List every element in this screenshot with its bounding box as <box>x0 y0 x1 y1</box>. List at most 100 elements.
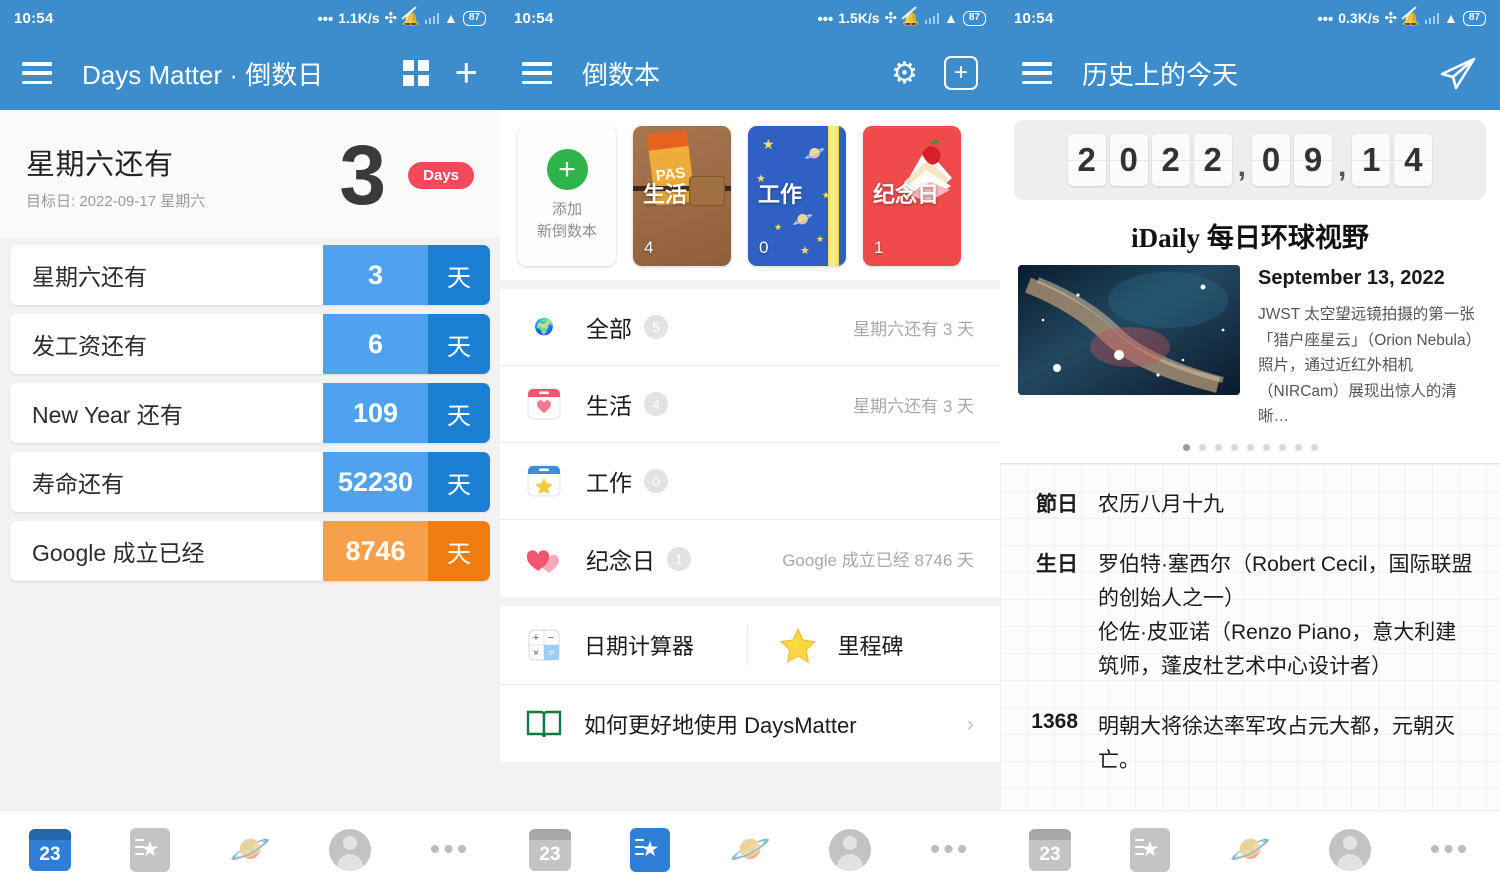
screen-countdown-books: 10:54 ••• 1.5K/s ✣ 🔔 ▲ 87 倒数本 ⚙ + + 添加 新… <box>500 0 1000 888</box>
hamburger-menu-icon[interactable] <box>22 62 52 84</box>
carousel-dots[interactable] <box>1000 443 1500 451</box>
category-row-anniversary[interactable]: 纪念日 1 Google 成立已经 8746 天 <box>500 520 1000 597</box>
profile-avatar-icon <box>829 828 871 871</box>
status-bar: 10:54 ••• 0.3K/s ✣ 🔔 ▲ 87 <box>1000 0 1500 36</box>
calculator-icon: + − × = <box>524 625 564 665</box>
countdown-row[interactable]: 发工资还有 6 天 <box>10 314 490 375</box>
nav-item-more[interactable]: ••• <box>1400 834 1500 864</box>
countdown-row[interactable]: Google 成立已经 8746 天 <box>10 521 490 582</box>
category-row-work[interactable]: 工作 0 <box>500 443 1000 520</box>
carousel-dot[interactable] <box>1214 443 1222 451</box>
wifi-icon: ▲ <box>1444 10 1458 26</box>
add-countdown-icon[interactable]: + <box>455 53 478 93</box>
carousel-dot[interactable] <box>1262 443 1270 451</box>
app-bar-history: 历史上的今天 <box>1000 36 1500 110</box>
nav-item-countdowns[interactable]: 23 <box>500 828 600 871</box>
flip-date-display: 2 0 2 2 , 0 9 , 1 4 <box>1014 120 1486 200</box>
hero-title: 星期六还有 <box>26 148 174 181</box>
carousel-dot[interactable] <box>1182 443 1190 451</box>
bluetooth-icon: ✣ <box>1384 10 1398 27</box>
nav-item-discover[interactable]: 🪐 <box>700 830 800 869</box>
notebook-label: 工作 <box>758 181 803 207</box>
signal-bars-icon <box>924 12 940 24</box>
history-row-event: 1368 明朝大将徐达率军攻占元大都，元朝灭亡。 <box>1026 710 1474 778</box>
nav-item-profile[interactable] <box>800 828 900 871</box>
more-dots-icon: ••• <box>429 832 471 866</box>
notebook-card-anniversary[interactable]: 纪念日 1 <box>863 126 961 266</box>
nav-item-books[interactable]: ★ <box>1100 827 1200 872</box>
countdown-unit: 天 <box>428 521 490 582</box>
history-text: 罗伯特·塞西尔（Robert Cecil，国际联盟的创始人之一） 伦佐·皮亚诺（… <box>1098 552 1473 678</box>
nav-item-more[interactable]: ••• <box>400 832 500 866</box>
countdown-value: 52230 <box>323 452 428 513</box>
battery-badge: 87 <box>1462 10 1486 26</box>
bluetooth-icon: ✣ <box>884 10 898 27</box>
profile-avatar-icon <box>329 828 371 871</box>
gear-icon[interactable]: ⚙ <box>891 56 918 91</box>
calendar-heart-icon <box>524 384 564 424</box>
bluetooth-icon: ✣ <box>384 10 398 27</box>
history-label: 生日 <box>1036 552 1078 576</box>
grid-view-icon[interactable] <box>402 60 429 86</box>
nav-item-discover[interactable]: 🪐 <box>1200 830 1300 869</box>
notebook-card-life[interactable]: 生活 4 <box>633 126 731 266</box>
countdown-row[interactable]: New Year 还有 109 天 <box>10 383 490 444</box>
tool-milestone[interactable]: 里程碑 <box>746 625 1001 665</box>
carousel-dot[interactable] <box>1294 443 1302 451</box>
hamburger-menu-icon[interactable] <box>1022 62 1052 84</box>
nav-item-countdowns[interactable]: 23 <box>0 828 100 871</box>
countdown-unit: 天 <box>428 245 490 306</box>
signal-bars-icon <box>424 12 440 24</box>
hero-subtitle: 目标日: 2022-09-17 星期六 <box>26 192 206 210</box>
category-row-all[interactable]: 🌍 全部 5 星期六还有 3 天 <box>500 289 1000 366</box>
countdown-value: 8746 <box>323 521 428 582</box>
nav-item-more[interactable]: ••• <box>900 832 1000 866</box>
nav-item-countdowns[interactable]: 23 <box>1000 828 1100 871</box>
paper-plane-icon[interactable] <box>1438 55 1478 91</box>
notebook-label: 生活 <box>643 181 688 207</box>
nav-item-discover[interactable]: 🪐 <box>200 830 300 869</box>
calendar-23-icon: 23 <box>1029 828 1071 871</box>
app-title: 倒数本 <box>582 59 661 90</box>
tool-date-calculator[interactable]: + − × = 日期计算器 <box>500 625 747 665</box>
category-row-life[interactable]: 生活 4 星期六还有 3 天 <box>500 366 1000 443</box>
help-row[interactable]: 如何更好地使用 DaysMatter › <box>500 684 1000 762</box>
nav-item-profile[interactable] <box>300 828 400 871</box>
history-text: 农历八月十九 <box>1098 492 1224 516</box>
nav-item-profile[interactable] <box>1300 828 1400 871</box>
hero-countdown-card[interactable]: 星期六还有 目标日: 2022-09-17 星期六 3 Days <box>0 110 500 238</box>
notebook-card-work[interactable]: ★ ★ ★ ★ ★ ★ 🪐 🪐 工作 0 <box>748 126 846 266</box>
hero-number: 3 <box>339 128 387 222</box>
app-title: Days Matter · 倒数日 <box>82 59 324 90</box>
open-book-icon <box>524 704 564 744</box>
status-dots-icon: ••• <box>1317 11 1334 28</box>
flip-digit: 0 <box>1252 134 1290 186</box>
status-time: 10:54 <box>514 9 554 27</box>
tool-label: 日期计算器 <box>584 634 695 659</box>
countdown-unit: 天 <box>428 314 490 375</box>
add-box-icon[interactable]: + <box>944 56 978 90</box>
countdown-row[interactable]: 寿命还有 52230 天 <box>10 452 490 513</box>
category-list: 🌍 全部 5 星期六还有 3 天 生活 4 星期六还有 3 天 工作 0 纪念日… <box>500 289 1000 597</box>
nav-item-books[interactable]: ★ <box>600 827 700 872</box>
more-dots-icon: ••• <box>929 832 971 866</box>
history-row-festival: 節日 农历八月十九 <box>1026 488 1474 522</box>
countdown-row[interactable]: 星期六还有 3 天 <box>10 245 490 306</box>
nav-item-books[interactable]: ★ <box>100 827 200 872</box>
carousel-dot[interactable] <box>1246 443 1254 451</box>
carousel-dot[interactable] <box>1230 443 1238 451</box>
news-card[interactable]: September 13, 2022 JWST 太空望远镜拍摄的第一张「猎户座星… <box>1000 265 1500 430</box>
carousel-dot[interactable] <box>1278 443 1286 451</box>
history-label: 1368 <box>1031 709 1078 733</box>
hamburger-menu-icon[interactable] <box>522 62 552 84</box>
carousel-dot[interactable] <box>1198 443 1206 451</box>
countdown-list: 星期六还有 3 天 发工资还有 6 天 New Year 还有 109 天 寿命… <box>0 237 500 810</box>
carousel-dot[interactable] <box>1310 443 1318 451</box>
idaily-title: iDaily 每日环球视野 <box>1131 223 1369 253</box>
notebook-shelf: + 添加 新倒数本 生活 4 ★ ★ ★ ★ ★ ★ 🪐 🪐 <box>500 110 1000 280</box>
battery-badge: 87 <box>962 10 986 26</box>
category-summary: 星期六还有 3 天 <box>853 396 974 416</box>
status-time: 10:54 <box>14 9 54 27</box>
flip-digit: 4 <box>1394 134 1433 186</box>
add-notebook-card[interactable]: + 添加 新倒数本 <box>518 126 616 266</box>
